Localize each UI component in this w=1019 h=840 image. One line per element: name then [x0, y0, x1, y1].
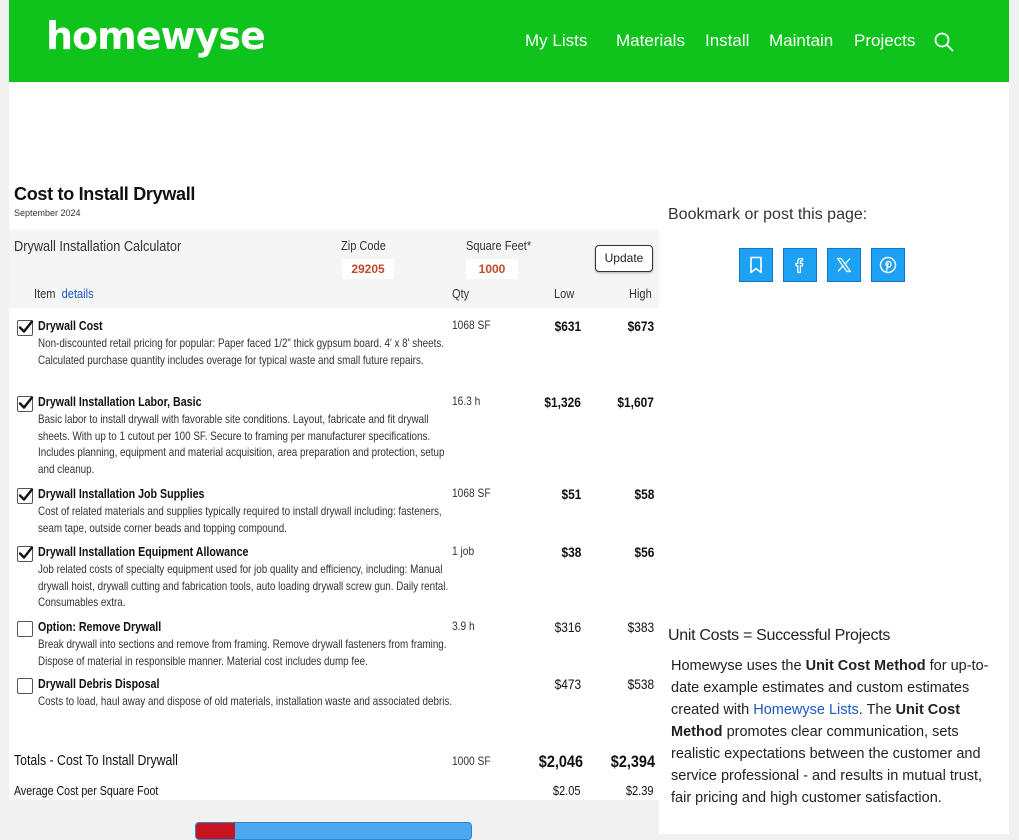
- item-checkbox[interactable]: [17, 320, 34, 336]
- item-description: Non-discounted retail pricing for popula…: [38, 336, 445, 367]
- zip-code-input[interactable]: 29205: [342, 259, 394, 279]
- table-row: Option: Remove Drywall Break drywall into…: [9, 619, 659, 679]
- item-title: Drywall Installation Labor, Basic: [38, 394, 202, 409]
- item-low: $1,326: [544, 394, 581, 410]
- pinterest-icon[interactable]: [871, 248, 905, 282]
- zip-code-label: Zip Code: [341, 238, 386, 253]
- checkmark-icon: [18, 396, 34, 409]
- item-title: Drywall Installation Equipment Allowance: [38, 544, 249, 559]
- cost-range-bar: [195, 822, 472, 840]
- item-high: $58: [634, 486, 654, 502]
- table-row: Drywall Cost Non-discounted retail pricin…: [9, 318, 659, 378]
- item-title: Drywall Cost: [38, 318, 103, 333]
- item-title: Drywall Debris Disposal: [38, 676, 160, 691]
- totals-row: Totals - Cost To Install Drywall 1000 SF…: [9, 752, 659, 774]
- paragraph-text: . The: [858, 702, 896, 718]
- paragraph-text: Homewyse uses the: [671, 658, 806, 674]
- item-high: $1,607: [617, 394, 654, 410]
- item-checkbox[interactable]: [17, 621, 33, 637]
- calculator-title: Drywall Installation Calculator: [14, 238, 182, 255]
- item-high: $673: [627, 318, 654, 334]
- square-feet-input[interactable]: 1000: [466, 259, 518, 279]
- page: homewyse My Lists Materials Install Main…: [9, 0, 1009, 840]
- table-row: Drywall Debris Disposal Costs to load, ha…: [9, 676, 659, 736]
- item-qty: 16.3 h: [452, 394, 481, 408]
- item-high: $56: [634, 544, 654, 560]
- item-high: $383: [627, 619, 654, 635]
- table-row: Drywall Installation Labor, Basic Basic l…: [9, 394, 659, 476]
- item-description: Cost of related materials and supplies t…: [38, 504, 442, 535]
- item-description: Basic labor to install drywall with favo…: [38, 412, 445, 477]
- page-title: Cost to Install Drywall: [14, 184, 196, 204]
- item-header-label: Item: [34, 286, 56, 301]
- table-row: Drywall Installation Equipment Allowance…: [9, 544, 659, 609]
- item-qty: 1068 SF: [452, 486, 491, 500]
- cost-range-bar-fill: [196, 823, 235, 839]
- column-header-item: Item details: [34, 286, 94, 301]
- item-low: $51: [561, 486, 581, 502]
- totals-label: Totals - Cost To Install Drywall: [14, 752, 178, 769]
- nav-my-lists[interactable]: My Lists: [525, 31, 587, 51]
- item-qty: 1068 SF: [452, 318, 491, 332]
- item-checkbox[interactable]: [17, 678, 33, 694]
- average-label: Average Cost per Square Foot: [14, 783, 159, 798]
- update-button[interactable]: Update: [595, 245, 653, 272]
- homewyse-logo[interactable]: homewyse: [46, 14, 266, 58]
- table-row: Drywall Installation Job Supplies Cost of…: [9, 486, 659, 546]
- item-low: $316: [554, 619, 581, 635]
- item-description: Job related costs of specialty equipment…: [38, 562, 449, 610]
- bookmark-icon[interactable]: [739, 248, 773, 282]
- item-description: Costs to load, haul away and dispose of …: [38, 694, 453, 708]
- nav-projects[interactable]: Projects: [854, 31, 915, 51]
- nav-install[interactable]: Install: [705, 31, 749, 51]
- item-low: $473: [554, 676, 581, 692]
- item-title: Option: Remove Drywall: [38, 619, 162, 634]
- page-date: September 2024: [14, 208, 81, 218]
- calculator-footer: [9, 800, 659, 840]
- column-header-high: High: [629, 286, 652, 301]
- item-qty: 3.9 h: [452, 619, 475, 633]
- top-navigation-bar: homewyse My Lists Materials Install Main…: [9, 0, 1009, 82]
- bookmark-title: Bookmark or post this page:: [668, 206, 868, 223]
- average-high: $2.39: [626, 783, 654, 798]
- nav-maintain[interactable]: Maintain: [769, 31, 833, 51]
- totals-qty: 1000 SF: [452, 754, 491, 768]
- drywall-calculator: Drywall Installation Calculator Zip Code…: [9, 230, 659, 840]
- nav-materials[interactable]: Materials: [616, 31, 685, 51]
- checkmark-icon: [18, 320, 34, 333]
- item-checkbox[interactable]: [17, 488, 34, 504]
- totals-high: $2,394: [610, 752, 655, 771]
- unit-costs-description: Homewyse uses the Unit Cost Method for u…: [671, 655, 1003, 809]
- calculator-header: Drywall Installation Calculator Zip Code…: [9, 230, 659, 308]
- homewyse-lists-link[interactable]: Homewyse Lists: [753, 702, 859, 718]
- column-header-qty: Qty: [452, 286, 470, 301]
- item-high: $538: [627, 676, 654, 692]
- facebook-icon[interactable]: [783, 248, 817, 282]
- item-description: Break drywall into sections and remove f…: [38, 637, 447, 668]
- totals-low: $2,046: [538, 752, 583, 771]
- item-checkbox[interactable]: [17, 546, 34, 562]
- unit-costs-title: Unit Costs = Successful Projects: [668, 627, 891, 644]
- square-feet-label: Square Feet*: [466, 238, 532, 253]
- average-low: $2.05: [553, 783, 581, 798]
- item-checkbox[interactable]: [17, 396, 34, 412]
- item-qty: 1 job: [452, 544, 475, 558]
- checkmark-icon: [18, 488, 34, 501]
- item-title: Drywall Installation Job Supplies: [38, 486, 205, 501]
- item-low: $38: [561, 544, 581, 560]
- details-link[interactable]: details: [62, 286, 94, 301]
- column-header-low: Low: [554, 286, 575, 301]
- x-icon[interactable]: [827, 248, 861, 282]
- item-low: $631: [554, 318, 581, 334]
- unit-cost-method-emphasis: Unit Cost Method: [805, 658, 926, 674]
- search-icon[interactable]: [934, 32, 954, 52]
- checkmark-icon: [18, 546, 34, 559]
